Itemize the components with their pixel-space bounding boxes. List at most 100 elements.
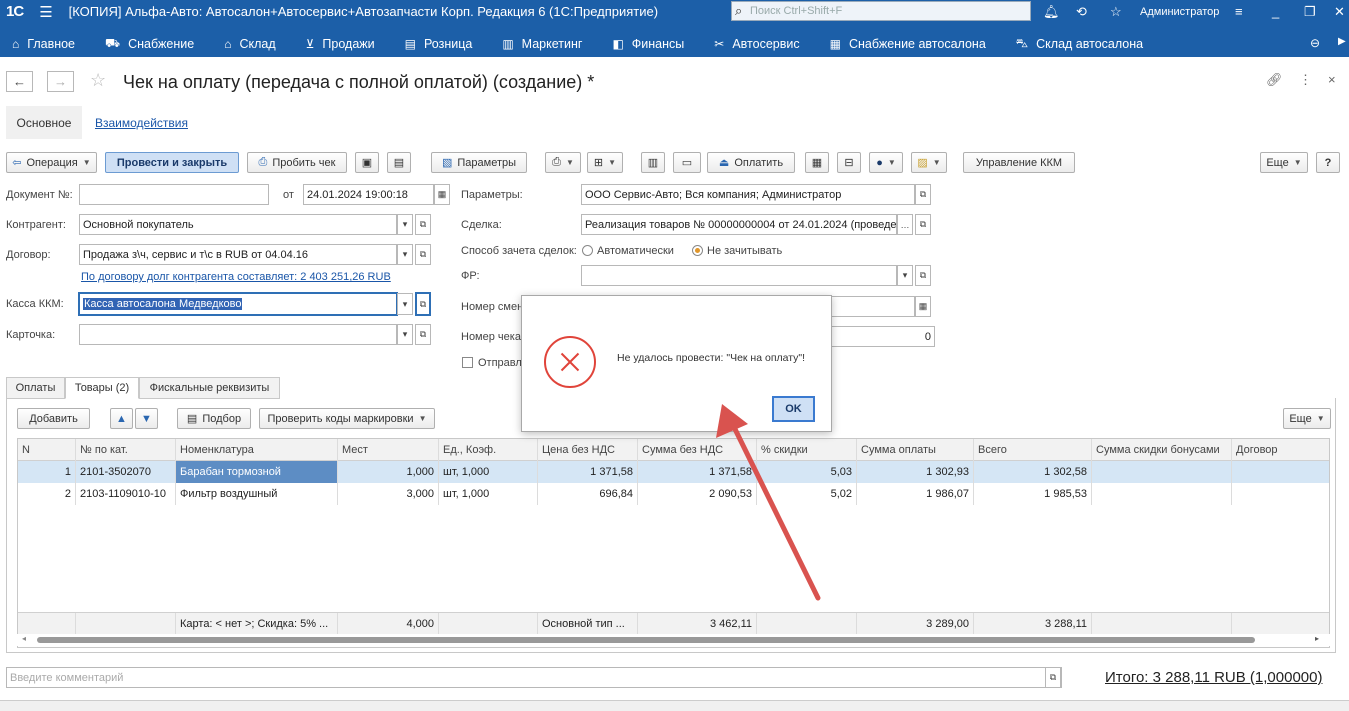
save-button[interactable]: ▣ [355, 152, 379, 173]
open-icon[interactable]: ⧉ [415, 324, 431, 345]
ellipsis-icon[interactable]: … [897, 214, 913, 235]
close-window-icon[interactable]: ✕ [1334, 0, 1345, 23]
pay-button[interactable]: ⏏ Оплатить [707, 152, 795, 173]
col-bonus[interactable]: Сумма скидки бонусами [1092, 439, 1232, 461]
col-sum[interactable]: Сумма без НДС [638, 439, 757, 461]
nav-item-marketing[interactable]: ▥ Маркетинг [502, 37, 582, 51]
fr-field[interactable] [581, 265, 897, 286]
footer-card[interactable]: Карта: < нет >; Скидка: 5% ... [176, 613, 338, 635]
open-icon[interactable]: ⧉ [415, 244, 431, 265]
tab-payments[interactable]: Оплаты [6, 377, 65, 399]
calendar-icon[interactable]: ▦ [434, 184, 450, 205]
cash-button[interactable]: ▭ [673, 152, 701, 173]
parameters-button[interactable]: ▧ Параметры [431, 152, 527, 173]
table-row[interactable]: 2 2103-1109010-10 Фильтр воздушный 3,000… [18, 483, 1329, 505]
scroll-left-icon[interactable]: ◂ [22, 634, 26, 643]
nav-item-warehouse[interactable]: ⌂ Склад [224, 37, 275, 51]
scroll-thumb[interactable] [37, 637, 1255, 643]
col-discount[interactable]: % скидки [757, 439, 857, 461]
print-menu-button[interactable]: ⎙ ▼ [545, 152, 581, 173]
open-icon[interactable]: ⧉ [915, 265, 931, 286]
col-cat-no[interactable]: № по кат. [76, 439, 176, 461]
total-link[interactable]: Итого: 3 288,11 RUB (1,000000) [1105, 669, 1322, 686]
open-icon[interactable]: ⧉ [415, 214, 431, 235]
params-field[interactable]: ООО Сервис-Авто; Вся компания; Администр… [581, 184, 915, 205]
chevron-down-icon[interactable]: ▾ [397, 293, 413, 315]
chevron-down-icon[interactable]: ▾ [397, 324, 413, 345]
nav-item-supply[interactable]: ⛟ Снабжение [105, 36, 194, 52]
favorite-star-icon[interactable]: ☆ [90, 70, 106, 91]
nav-item-finance[interactable]: ◧ Финансы [612, 37, 684, 51]
debt-link[interactable]: По договору долг контрагента составляет:… [81, 271, 391, 283]
nav-item-sales[interactable]: ⊻ Продажи [306, 37, 375, 51]
open-icon[interactable]: ⧉ [415, 292, 431, 316]
tab-main[interactable]: Основное [6, 106, 82, 139]
post-and-close-button[interactable]: Провести и закрыть [105, 152, 239, 173]
open-icon[interactable]: ⧉ [915, 184, 931, 205]
table-more-button[interactable]: Еще ▼ [1283, 408, 1331, 429]
col-payment[interactable]: Сумма оплаты [857, 439, 974, 461]
send-checkbox[interactable] [462, 357, 473, 368]
deal-field[interactable]: Реализация товаров № 00000000004 от 24.0… [581, 214, 897, 235]
comment-input[interactable]: Введите комментарий [6, 667, 1062, 688]
main-menu-icon[interactable]: ☰ [39, 3, 52, 21]
date-field[interactable]: 24.01.2024 19:00:18 [303, 184, 434, 205]
bell-icon[interactable]: 🔔︎ [1043, 0, 1060, 23]
nav-item-salon-supply[interactable]: ▦ Снабжение автосалона [830, 37, 986, 51]
footer-price-type[interactable]: Основной тип ... [538, 613, 638, 635]
settings-menu-icon[interactable]: ≡ [1235, 0, 1243, 23]
move-up-button[interactable]: ▲ [110, 408, 133, 429]
card-field[interactable] [79, 324, 397, 345]
nav-more-icon[interactable]: ⊖ [1310, 36, 1320, 50]
counterparty-field[interactable]: Основной покупатель [79, 214, 397, 235]
ok-button[interactable]: OK [772, 396, 815, 422]
doc-no-field[interactable] [79, 184, 269, 205]
tab-goods[interactable]: Товары (2) [65, 377, 139, 399]
attachments-button[interactable]: ▨ ▼ [911, 152, 947, 173]
chevron-down-icon[interactable]: ▾ [397, 214, 413, 235]
print-check-button[interactable]: ⎙ Пробить чек [247, 152, 347, 173]
history-icon[interactable]: ⟲ [1076, 0, 1087, 23]
close-form-icon[interactable]: × [1328, 72, 1336, 87]
chevron-down-icon[interactable]: ▾ [897, 265, 913, 286]
col-places[interactable]: Мест [338, 439, 439, 461]
create-based-button[interactable]: ⊞ ▼ [587, 152, 623, 173]
report-button[interactable]: ▦ [805, 152, 829, 173]
nav-scroll-right-icon[interactable]: ▶ [1338, 36, 1346, 47]
tab-interactions[interactable]: Взаимодействия [95, 116, 188, 130]
add-row-button[interactable]: Добавить [17, 408, 90, 429]
chevron-down-icon[interactable]: ▾ [397, 244, 413, 265]
hierarchy-button[interactable]: ⊟ [837, 152, 861, 173]
operation-button[interactable]: ⇦ Операция ▼ [6, 152, 97, 173]
move-down-button[interactable]: ▼ [135, 408, 158, 429]
check-codes-button[interactable]: Проверить коды маркировки ▼ [259, 408, 435, 429]
open-icon[interactable]: ⧉ [1045, 667, 1061, 688]
col-unit[interactable]: Ед., Коэф. [439, 439, 538, 461]
search-input[interactable]: ⌕ Поиск Ctrl+Shift+F [731, 1, 1031, 21]
misc-button[interactable]: ● ▼ [869, 152, 903, 173]
col-total[interactable]: Всего [974, 439, 1092, 461]
user-name[interactable]: Администратор [1140, 0, 1219, 23]
col-price[interactable]: Цена без НДС [538, 439, 638, 461]
offset-auto-radio[interactable] [582, 245, 593, 256]
back-button[interactable]: ← [6, 71, 33, 92]
kkm-management-button[interactable]: Управление ККМ [963, 152, 1075, 173]
nav-item-salon-warehouse[interactable]: ⛍ Склад автосалона [1016, 36, 1143, 52]
pick-button[interactable]: ▤ Подбор [177, 408, 251, 429]
col-nomenclature[interactable]: Номенклатура [176, 439, 338, 461]
scroll-right-icon[interactable]: ▸ [1315, 634, 1319, 643]
col-n[interactable]: N [18, 439, 76, 461]
link-icon[interactable]: 🔗︎ [1266, 72, 1283, 88]
minimize-icon[interactable]: _ [1272, 0, 1279, 23]
contract-field[interactable]: Продажа з\ч, сервис и т\с в RUB от 04.04… [79, 244, 397, 265]
horizontal-scrollbar[interactable]: ◂ ▸ [17, 634, 1330, 646]
maximize-icon[interactable]: ❐ [1304, 0, 1316, 23]
nav-item-autoservice[interactable]: ✂ Автосервис [714, 37, 799, 51]
table-row[interactable]: 1 2101-3502070 Барабан тормозной 1,000 ш… [18, 461, 1329, 483]
tab-fiscal[interactable]: Фискальные реквизиты [139, 377, 280, 399]
kkm-field[interactable]: Касса автосалона Медведково [78, 292, 398, 316]
structure-button[interactable]: ▥ [641, 152, 665, 173]
nav-item-retail[interactable]: ▤ Розница [405, 37, 473, 51]
offset-none-radio[interactable] [692, 245, 703, 256]
open-icon[interactable]: ⧉ [915, 214, 931, 235]
